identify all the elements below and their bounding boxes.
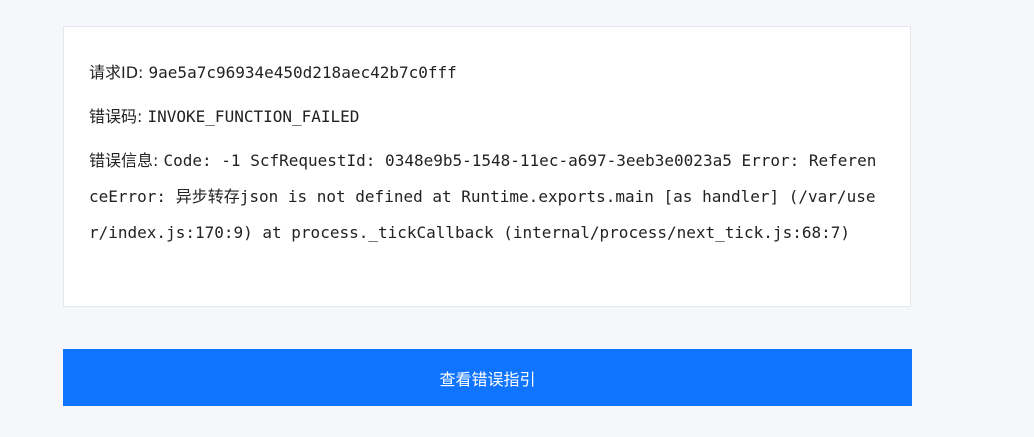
error-code-label: 错误码: [89, 107, 143, 126]
request-id-row: 请求ID: 9ae5a7c96934e450d218aec42b7c0fff [89, 55, 885, 91]
request-id-value: 9ae5a7c96934e450d218aec42b7c0fff [148, 63, 457, 82]
error-message-label: 错误信息: [89, 151, 159, 170]
request-id-label: 请求ID: [89, 63, 144, 82]
view-error-guide-button[interactable]: 查看错误指引 [63, 349, 912, 406]
error-details-card: 请求ID: 9ae5a7c96934e450d218aec42b7c0fff 错… [63, 26, 911, 307]
error-message-value: Code: -1 ScfRequestId: 0348e9b5-1548-11e… [89, 151, 877, 242]
error-message-row: 错误信息: Code: -1 ScfRequestId: 0348e9b5-15… [89, 143, 885, 251]
error-code-value: INVOKE_FUNCTION_FAILED [147, 107, 360, 126]
error-code-row: 错误码: INVOKE_FUNCTION_FAILED [89, 99, 885, 135]
